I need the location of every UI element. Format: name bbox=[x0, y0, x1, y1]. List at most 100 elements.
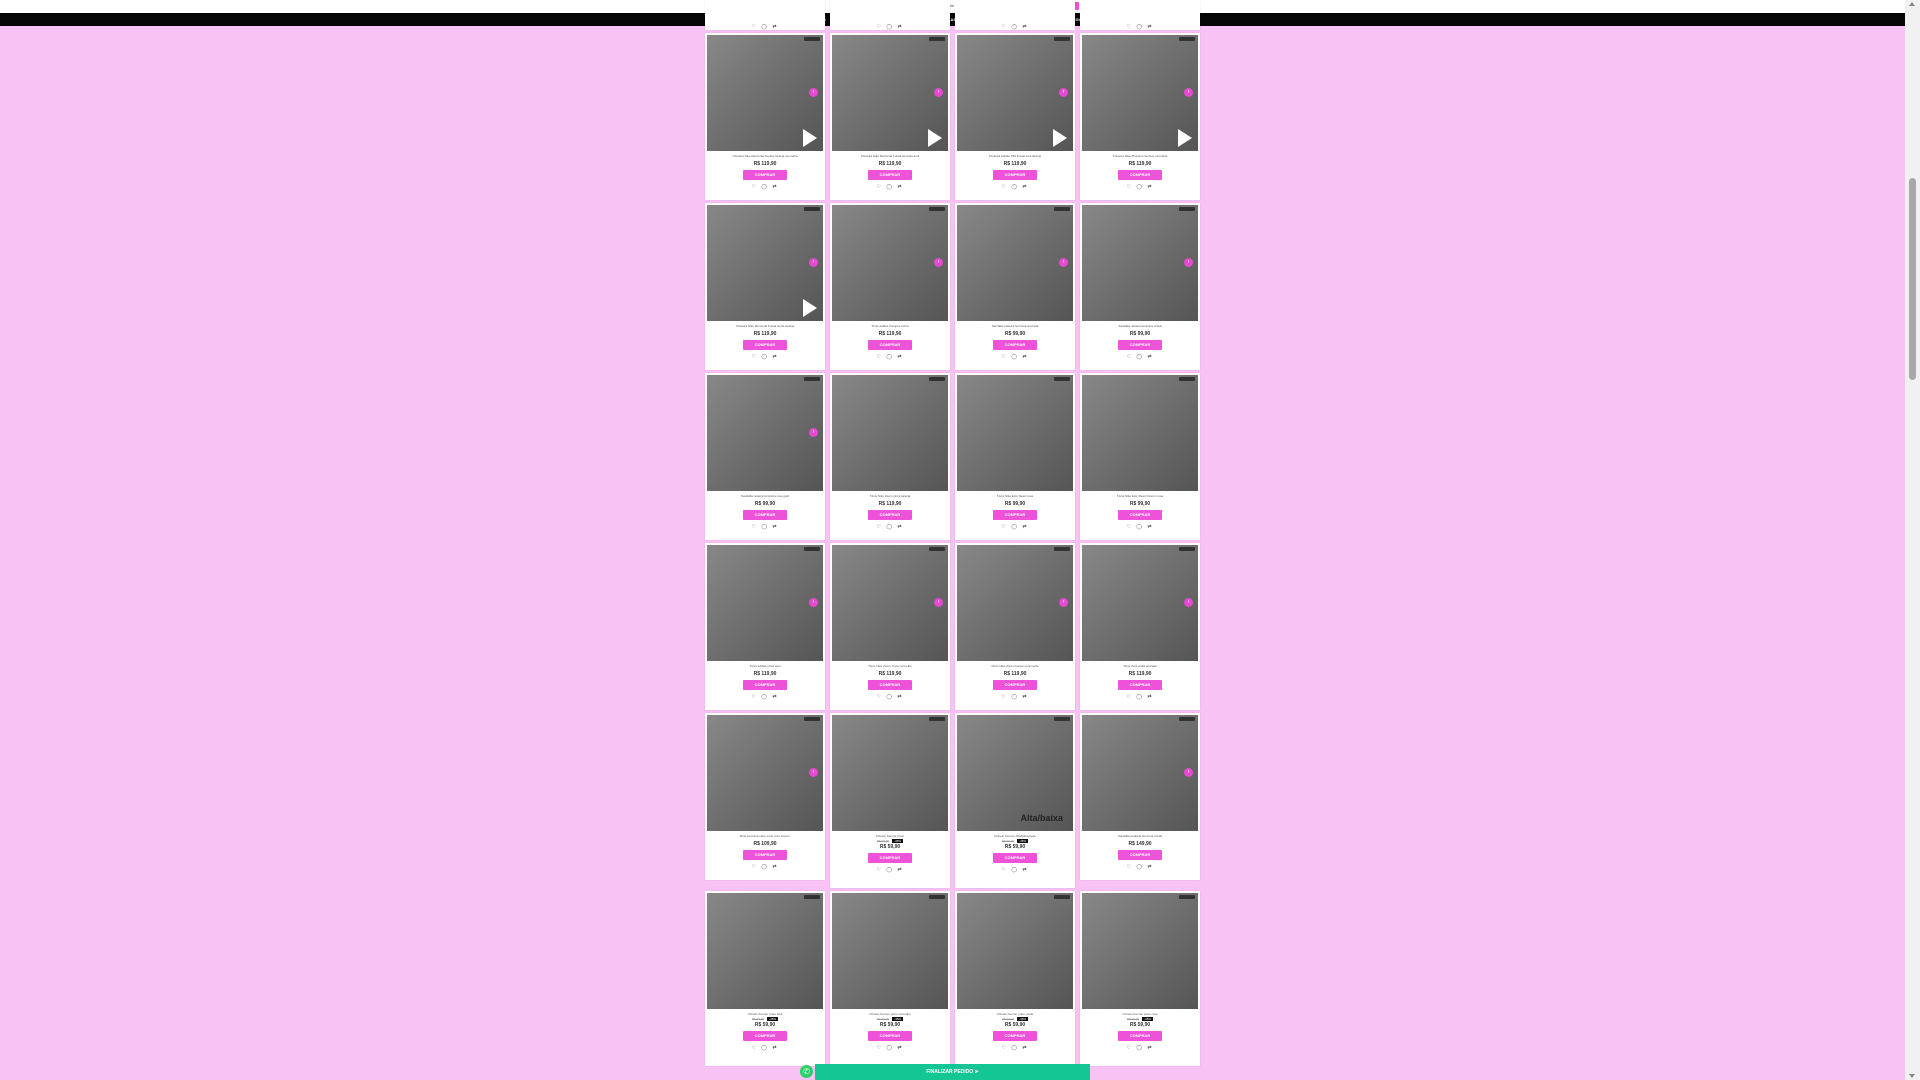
product-image[interactable]: › bbox=[957, 35, 1073, 151]
product-name[interactable]: Bota feminina cano curto roxo escuro bbox=[709, 834, 821, 838]
product-card[interactable]: Tênis Nike Zoom cinza laranja R$ 119,90 CO… bbox=[830, 373, 950, 540]
product-card[interactable]: › Chuteira adidas F50 Futsal azul laranja… bbox=[955, 33, 1075, 200]
product-name[interactable]: Tênis Nike Zoom branco rosa verde bbox=[959, 664, 1071, 668]
checkout-button[interactable]: FINALIZAR PEDIDO ➤ bbox=[815, 1064, 1090, 1080]
card-action-icons[interactable]: ♡ ◯ ⇄ bbox=[830, 694, 950, 700]
product-card[interactable]: › Tênis adidas Campus zebra R$ 119,90 COMPR… bbox=[830, 203, 950, 370]
buy-button[interactable]: COMPRAR bbox=[993, 1031, 1037, 1041]
product-card[interactable]: › Tênis Nike Zoom cinza vermelho R$ 119,90… bbox=[830, 543, 950, 710]
product-image[interactable]: Alta/baixa bbox=[957, 715, 1073, 831]
card-action-icons[interactable]: ♡ ◯ ⇄ bbox=[955, 867, 1075, 873]
product-card[interactable]: › Tênis Zara prata dourado R$ 119,90 COMPRA… bbox=[1080, 543, 1200, 710]
product-card[interactable]: ♡ ◯ ⇄ bbox=[955, 0, 1075, 30]
card-action-icons[interactable]: ♡ ◯ ⇄ bbox=[705, 864, 825, 870]
product-card[interactable]: › Sandália rasteira feminina cristal R$ 99… bbox=[1080, 203, 1200, 370]
product-name[interactable]: Chuteira Nike Mercurial Futsal verde lar… bbox=[709, 324, 821, 328]
product-image[interactable]: › bbox=[1082, 545, 1198, 661]
product-name[interactable]: Chinelo Kenner preto rosa bbox=[1084, 1012, 1196, 1016]
play-video-icon[interactable] bbox=[803, 129, 817, 147]
product-image[interactable] bbox=[707, 893, 823, 1009]
next-image-icon[interactable]: › bbox=[809, 768, 818, 777]
product-card[interactable]: › Sandália rasteira feminina dourada R$ 99… bbox=[955, 203, 1075, 370]
product-name[interactable]: Chuteira adidas F50 Futsal azul laranja bbox=[959, 154, 1071, 158]
product-card[interactable]: ♡ ◯ ⇄ bbox=[830, 0, 950, 30]
product-card[interactable]: › Tênis adidas preto azul R$ 119,90 COMPRAR… bbox=[705, 543, 825, 710]
product-image[interactable] bbox=[957, 375, 1073, 491]
next-image-icon[interactable]: › bbox=[1059, 88, 1068, 97]
card-action-icons[interactable]: ♡ ◯ ⇄ bbox=[705, 184, 825, 190]
product-name[interactable]: Tênis adidas Campus zebra bbox=[834, 324, 946, 328]
buy-button[interactable]: COMPRAR bbox=[993, 680, 1037, 690]
product-name[interactable]: Tênis Nike Zoom cinza vermelho bbox=[834, 664, 946, 668]
next-image-icon[interactable]: › bbox=[1059, 598, 1068, 607]
next-image-icon[interactable]: › bbox=[809, 428, 818, 437]
next-image-icon[interactable]: › bbox=[1184, 258, 1193, 267]
play-video-icon[interactable] bbox=[1178, 129, 1192, 147]
next-image-icon[interactable]: › bbox=[809, 598, 818, 607]
product-card[interactable]: › Bota feminina cano curto roxo escuro R$ … bbox=[705, 713, 825, 880]
next-image-icon[interactable]: › bbox=[809, 258, 818, 267]
buy-button[interactable]: COMPRAR bbox=[1118, 340, 1162, 350]
buy-button[interactable]: COMPRAR bbox=[993, 853, 1037, 863]
product-image[interactable] bbox=[832, 715, 948, 831]
product-card[interactable]: ♡ ◯ ⇄ bbox=[1080, 0, 1200, 30]
product-name[interactable]: Chinelo Kenner preto bbox=[834, 834, 946, 838]
whatsapp-icon[interactable]: ✆ bbox=[800, 1065, 813, 1078]
product-name[interactable]: Chinelo Kenner preto azul bbox=[709, 1012, 821, 1016]
buy-button[interactable]: COMPRAR bbox=[743, 510, 787, 520]
buy-button[interactable]: COMPRAR bbox=[743, 170, 787, 180]
product-name[interactable]: Chinelo Kenner Alta/baixa bege bbox=[959, 834, 1071, 838]
card-action-icons[interactable]: ♡ ◯ ⇄ bbox=[1080, 524, 1200, 530]
product-card[interactable]: Alta/baixa Chinelo Kenner Alta/baixa bege… bbox=[955, 713, 1075, 888]
buy-button[interactable]: COMPRAR bbox=[993, 340, 1037, 350]
buy-button[interactable]: COMPRAR bbox=[1118, 510, 1162, 520]
buy-button[interactable]: COMPRAR bbox=[1118, 680, 1162, 690]
product-image[interactable]: › bbox=[1082, 35, 1198, 151]
play-video-icon[interactable] bbox=[803, 299, 817, 317]
product-name[interactable]: Tênis adidas preto azul bbox=[709, 664, 821, 668]
product-name[interactable]: Sandália anabela feminina cristal bbox=[1084, 834, 1196, 838]
next-image-icon[interactable]: › bbox=[934, 88, 943, 97]
buy-button[interactable]: COMPRAR bbox=[868, 1031, 912, 1041]
buy-button[interactable]: COMPRAR bbox=[868, 170, 912, 180]
product-name[interactable]: Chinelo Kenner preto vermelho bbox=[834, 1012, 946, 1016]
product-image[interactable]: › bbox=[957, 205, 1073, 321]
buy-button[interactable]: COMPRAR bbox=[1118, 170, 1162, 180]
buy-button[interactable]: COMPRAR bbox=[1118, 850, 1162, 860]
product-image[interactable] bbox=[1082, 375, 1198, 491]
card-action-icons[interactable]: ♡ ◯ ⇄ bbox=[830, 184, 950, 190]
card-action-icons[interactable]: ♡ ◯ ⇄ bbox=[1080, 864, 1200, 870]
play-video-icon[interactable] bbox=[928, 129, 942, 147]
product-name[interactable]: Tênis Nike Zoom cinza laranja bbox=[834, 494, 946, 498]
next-image-icon[interactable]: › bbox=[934, 598, 943, 607]
product-image[interactable]: › bbox=[832, 545, 948, 661]
product-card[interactable]: Chinelo Kenner preto verde R$ 99,90 -45% R$… bbox=[955, 891, 1075, 1066]
product-card[interactable]: › Sandália anabela feminina cristal R$ 149… bbox=[1080, 713, 1200, 880]
product-image[interactable]: › bbox=[707, 375, 823, 491]
card-action-icons[interactable]: ♡ ◯ ⇄ bbox=[705, 1045, 825, 1051]
buy-button[interactable]: COMPRAR bbox=[743, 340, 787, 350]
product-image[interactable] bbox=[832, 375, 948, 491]
card-action-icons[interactable]: ♡ ◯ ⇄ bbox=[705, 524, 825, 530]
product-name[interactable]: Chinelo Kenner preto verde bbox=[959, 1012, 1071, 1016]
next-image-icon[interactable]: › bbox=[1059, 258, 1068, 267]
card-action-icons[interactable]: ♡ ◯ ⇄ bbox=[830, 867, 950, 873]
product-name[interactable]: Tênis Nike Epic React branco rosa bbox=[1084, 494, 1196, 498]
product-card[interactable]: Chinelo Kenner preto vermelho R$ 99,90 -45… bbox=[830, 891, 950, 1066]
card-action-icons[interactable]: ♡ ◯ ⇄ bbox=[705, 354, 825, 360]
next-image-icon[interactable]: › bbox=[1184, 598, 1193, 607]
card-action-icons[interactable]: ♡ ◯ ⇄ bbox=[955, 184, 1075, 190]
product-image[interactable]: › bbox=[707, 545, 823, 661]
product-image[interactable]: › bbox=[707, 35, 823, 151]
product-image[interactable] bbox=[1082, 893, 1198, 1009]
card-action-icons[interactable]: ♡ ◯ ⇄ bbox=[1080, 694, 1200, 700]
product-card[interactable]: Chinelo Kenner preto R$ 99,90 -45% R$ 59,90… bbox=[830, 713, 950, 888]
product-name[interactable]: Chuteira Nike Mercurial Futsal amarela a… bbox=[834, 154, 946, 158]
product-image[interactable]: › bbox=[1082, 205, 1198, 321]
product-card[interactable]: › Chuteira Nike Mercurial Society laranja… bbox=[705, 33, 825, 200]
product-name[interactable]: Chuteira Nike Mercurial Society laranja … bbox=[709, 154, 821, 158]
card-action-icons[interactable]: ♡ ◯ ⇄ bbox=[830, 354, 950, 360]
buy-button[interactable]: COMPRAR bbox=[993, 170, 1037, 180]
product-image[interactable]: › bbox=[1082, 715, 1198, 831]
card-action-icons[interactable]: ♡ ◯ ⇄ bbox=[955, 354, 1075, 360]
